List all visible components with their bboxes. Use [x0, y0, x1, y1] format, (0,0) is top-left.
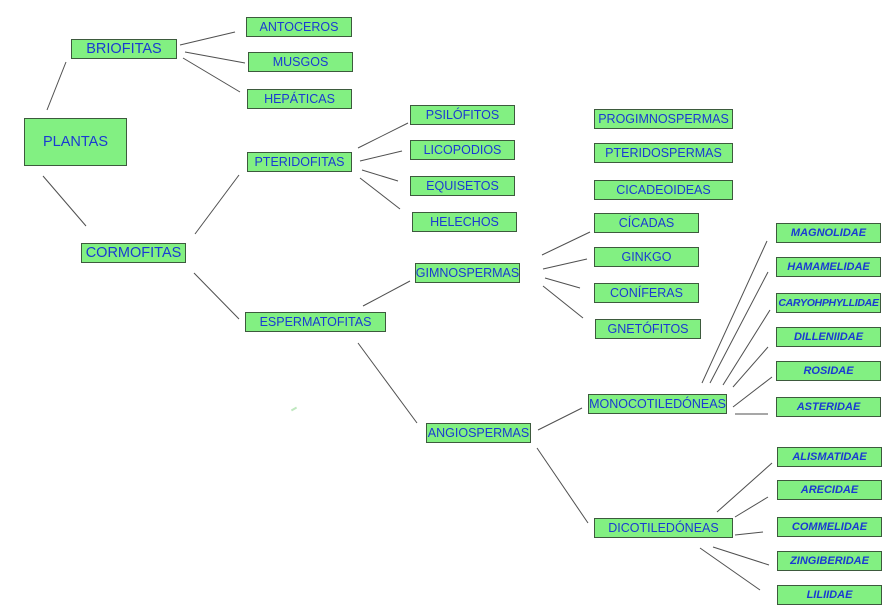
- node-progimnospermas[interactable]: PROGIMNOSPERMAS: [594, 109, 733, 129]
- node-zingiberidae[interactable]: ZINGIBERIDAE: [777, 551, 882, 571]
- node-dilleniidae[interactable]: DILLENIIDAE: [776, 327, 881, 347]
- node-asteridae[interactable]: ASTERIDAE: [776, 397, 881, 417]
- edge-monocotiledoneas-magnolidae: [701, 240, 768, 384]
- node-pteridospermas[interactable]: PTERIDOSPERMAS: [594, 143, 733, 163]
- node-angiospermas[interactable]: ANGIOSPERMAS: [426, 423, 531, 443]
- node-hepaticas[interactable]: HEPÁTICAS: [247, 89, 352, 109]
- node-cicadas[interactable]: CÍCADAS: [594, 213, 699, 233]
- node-coniferas[interactable]: CONÍFERAS: [594, 283, 699, 303]
- edge-cormofitas-pteridofitas: [194, 174, 240, 235]
- node-dicotiledoneas[interactable]: DICOTILEDÓNEAS: [594, 518, 733, 538]
- edge-angiospermas-monocotiledoneas: [537, 407, 583, 431]
- edge-briofitas-musgos: [184, 51, 246, 64]
- node-hamamelidae[interactable]: HAMAMELIDAE: [776, 257, 881, 277]
- node-commelidae[interactable]: COMMELIDAE: [777, 517, 882, 537]
- edge-dicotiledoneas-zingiberidae: [712, 546, 770, 566]
- node-antoceros[interactable]: ANTOCEROS: [246, 17, 352, 37]
- node-alismatidae[interactable]: ALISMATIDAE: [777, 447, 882, 467]
- edge-gimnospermas-gnetofitos: [542, 285, 584, 319]
- node-plantas[interactable]: PLANTAS: [24, 118, 127, 166]
- node-liliidae[interactable]: LILIIDAE: [777, 585, 882, 605]
- node-briofitas[interactable]: BRIOFITAS: [71, 39, 177, 59]
- edge-monocotiledoneas-rosidae: [732, 376, 773, 408]
- edge-dicotiledoneas-commelidae: [734, 531, 764, 536]
- node-cicadeoideas[interactable]: CICADEOIDEAS: [594, 180, 733, 200]
- edge-pteridofitas-psilofitos: [357, 122, 409, 149]
- node-arecidae[interactable]: ARECIDAE: [777, 480, 882, 500]
- node-caryohphyllidae[interactable]: CARYOHPHYLLIDAE: [776, 293, 881, 313]
- plant-classification-diagram: PLANTAS BRIOFITAS CORMOFITAS ANTOCEROS M…: [0, 0, 895, 614]
- edge-briofitas-hepaticas: [182, 57, 241, 93]
- node-licopodios[interactable]: LICOPODIOS: [410, 140, 515, 160]
- node-gimnospermas[interactable]: GIMNOSPERMAS: [415, 263, 520, 283]
- edge-espermatofitas-gimnospermas: [362, 280, 411, 307]
- edge-dicotiledoneas-alismatidae: [716, 462, 773, 513]
- node-magnolidae[interactable]: MAGNOLIDAE: [776, 223, 881, 243]
- node-monocotiledoneas[interactable]: MONOCOTILEDÓNEAS: [588, 394, 727, 414]
- edge-monocotiledoneas-dilleniidae: [732, 346, 769, 388]
- node-ginkgo[interactable]: GINKGO: [594, 247, 699, 267]
- edge-gimnospermas-cicadas: [541, 231, 591, 256]
- edge-briofitas-antoceros: [179, 31, 236, 46]
- node-helechos[interactable]: HELECHOS: [412, 212, 517, 232]
- node-gnetofitos[interactable]: GNETÓFITOS: [595, 319, 701, 339]
- edge-espermatofitas-angiospermas: [357, 342, 418, 424]
- edge-dicotiledoneas-liliidae: [699, 547, 761, 591]
- edge-gimnospermas-coniferas: [544, 277, 581, 289]
- connector-lines: [42, 31, 773, 591]
- edge-plantas-briofitas: [46, 61, 67, 111]
- node-psilofitos[interactable]: PSILÓFITOS: [410, 105, 515, 125]
- edge-gimnospermas-ginkgo: [542, 258, 588, 270]
- edge-pteridofitas-licopodios: [359, 150, 403, 162]
- edge-plantas-cormofitas: [42, 175, 87, 227]
- node-espermatofitas[interactable]: ESPERMATOFITAS: [245, 312, 386, 332]
- edge-pteridofitas-equisetos: [361, 169, 399, 182]
- node-equisetos[interactable]: EQUISETOS: [410, 176, 515, 196]
- node-pteridofitas[interactable]: PTERIDOFITAS: [247, 152, 352, 172]
- edge-cormofitas-espermatofitas: [193, 272, 240, 320]
- node-rosidae[interactable]: ROSIDAE: [776, 361, 881, 381]
- edge-dicotiledoneas-arecidae: [734, 496, 769, 518]
- node-musgos[interactable]: MUSGOS: [248, 52, 353, 72]
- node-cormofitas[interactable]: CORMOFITAS: [81, 243, 186, 263]
- edge-angiospermas-dicotiledoneas: [536, 447, 589, 524]
- edge-pteridofitas-helechos: [359, 177, 401, 210]
